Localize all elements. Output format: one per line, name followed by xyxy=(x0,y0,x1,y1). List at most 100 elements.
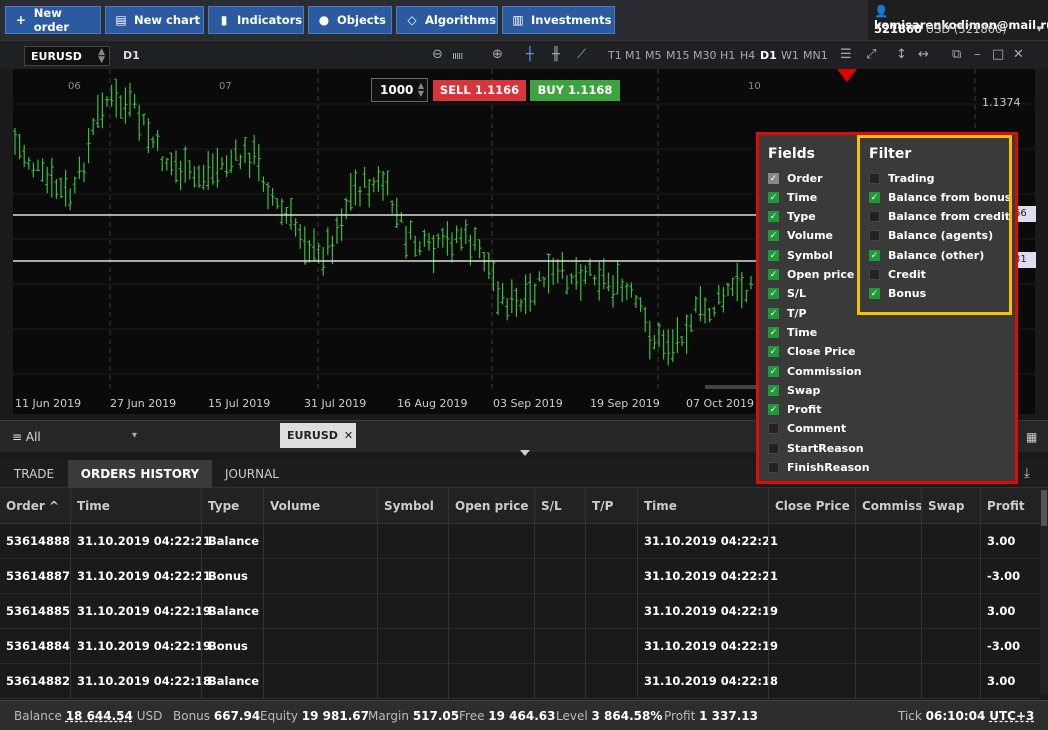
timeframe-mn1[interactable]: MN1 xyxy=(803,49,828,62)
checkbox[interactable]: ✓ xyxy=(768,249,779,261)
horizontal-scale-icon[interactable]: ↔ xyxy=(918,47,929,62)
checkbox[interactable]: ✓ xyxy=(768,384,779,396)
table-row[interactable]: 53614882 31.10.2019 04:22:18 Balance 31.10.… xyxy=(0,664,1040,699)
checkbox[interactable]: ✓ xyxy=(768,191,779,203)
bar-chart-icon[interactable]: ┼ xyxy=(526,47,534,62)
zoom-slider[interactable]: ııııı xyxy=(452,49,463,62)
detach-icon[interactable]: ⧉ xyxy=(952,47,961,62)
checkbox[interactable]: ✓ xyxy=(768,288,779,300)
timeframe-w1[interactable]: W1 xyxy=(781,49,799,62)
lot-size-input[interactable]: 1000 ▲ ▼ xyxy=(371,78,428,102)
buy-button[interactable]: BUY 1.1168 xyxy=(530,80,620,101)
column-header-commission[interactable]: Commissi xyxy=(855,488,921,524)
field-item[interactable]: ✓ Volume xyxy=(768,228,833,244)
column-header-type[interactable]: Type xyxy=(201,488,263,524)
field-item[interactable]: ✓ Open price xyxy=(768,267,854,283)
column-header-volume[interactable]: Volume xyxy=(263,488,377,524)
spinner-arrows-icon[interactable]: ▲ ▼ xyxy=(418,82,424,98)
maximize-icon[interactable]: □ xyxy=(992,47,1004,62)
checkbox[interactable] xyxy=(768,442,779,454)
column-header-time[interactable]: Time xyxy=(70,488,201,524)
current-time-marker[interactable] xyxy=(837,69,857,82)
column-header-swap[interactable]: Swap xyxy=(921,488,980,524)
field-item[interactable]: ✓ Close Price xyxy=(768,344,855,360)
timezone-selector[interactable]: UTC+3 xyxy=(989,709,1034,723)
symbol-tab[interactable]: EURUSD ✕ xyxy=(280,423,356,448)
checkbox[interactable]: ✓ xyxy=(768,307,779,319)
indicators-button[interactable]: ▮ Indicators xyxy=(208,6,304,34)
timeframe-h1[interactable]: H1 xyxy=(720,49,735,62)
column-header-tp[interactable]: T/P xyxy=(585,488,637,524)
field-item[interactable]: ✓ Swap xyxy=(768,382,820,398)
column-header-symbol[interactable]: Symbol xyxy=(377,488,448,524)
zoom-out-icon[interactable]: ⊖ xyxy=(432,47,443,62)
layout-icon[interactable]: ▦ xyxy=(1026,430,1040,444)
table-row[interactable]: 53614887 31.10.2019 04:22:21 Bonus 31.10.20… xyxy=(0,559,1040,594)
table-scrollbar[interactable] xyxy=(1040,488,1048,695)
chevron-down-icon[interactable]: ▾ xyxy=(1036,22,1042,35)
field-item[interactable]: StartReason xyxy=(768,440,864,456)
checkbox[interactable]: ✓ xyxy=(768,365,779,377)
field-item[interactable]: Comment xyxy=(768,421,846,437)
minimize-icon[interactable]: – xyxy=(974,47,981,62)
zoom-in-icon[interactable]: ⊕ xyxy=(492,47,503,62)
column-header-open-price[interactable]: Open price xyxy=(448,488,534,524)
field-item[interactable]: ✓ S/L xyxy=(768,286,806,302)
column-header-order[interactable]: Order ^ xyxy=(0,488,70,524)
timeframe-d1[interactable]: D1 xyxy=(760,49,777,62)
field-item[interactable]: FinishReason xyxy=(768,460,870,476)
candle-chart-icon[interactable]: ╫ xyxy=(552,47,560,62)
checkbox[interactable]: ✓ xyxy=(768,404,779,416)
symbol-filter-dropdown[interactable]: ≡ All ▾ xyxy=(12,430,137,444)
algorithms-button[interactable]: ◇ Algorithms xyxy=(396,6,498,34)
table-row[interactable]: 53614885 31.10.2019 04:22:19 Balance 31.10.… xyxy=(0,594,1040,629)
checkbox[interactable] xyxy=(768,462,779,473)
timeframe-m1[interactable]: M1 xyxy=(625,49,642,62)
new-chart-button[interactable]: ▤ New chart xyxy=(105,6,204,34)
symbol-selector[interactable]: EURUSD ▲ ▼ xyxy=(24,46,110,66)
scrollbar-thumb[interactable] xyxy=(1041,490,1047,526)
field-item[interactable]: ✓ Commission xyxy=(768,363,862,379)
tab-orders-history[interactable]: ORDERS HISTORY xyxy=(68,460,212,488)
download-icon[interactable]: ⤓ xyxy=(1024,466,1030,481)
field-item[interactable]: ✓ Time xyxy=(768,189,817,205)
collapse-arrow-icon[interactable] xyxy=(520,450,530,456)
scale-icon[interactable]: ⤢ xyxy=(866,47,876,62)
close-icon[interactable]: ✕ xyxy=(344,429,353,442)
tab-journal[interactable]: JOURNAL xyxy=(212,460,292,488)
line-chart-icon[interactable]: ⟋ xyxy=(577,47,586,62)
tab-trade[interactable]: TRADE xyxy=(0,460,68,488)
checkbox[interactable] xyxy=(768,423,779,435)
checkbox[interactable]: ✓ xyxy=(768,326,779,338)
checkbox[interactable]: ✓ xyxy=(768,211,779,223)
field-item[interactable]: ✓ Symbol xyxy=(768,247,833,263)
objects-button[interactable]: ● Objects xyxy=(308,6,392,34)
checkbox[interactable]: ✓ xyxy=(768,172,779,184)
new-order-button[interactable]: + New order xyxy=(5,6,101,34)
column-header-close-price[interactable]: Close Price xyxy=(768,488,855,524)
timeframe-m30[interactable]: M30 xyxy=(693,49,717,62)
field-item[interactable]: ✓ Order xyxy=(768,170,823,186)
investments-button[interactable]: ▥ Investments xyxy=(502,6,615,34)
column-header-profit[interactable]: Profit xyxy=(980,488,1040,524)
checkbox[interactable]: ✓ xyxy=(768,346,779,358)
timeframe-t1[interactable]: T1 xyxy=(608,49,622,62)
table-row[interactable]: 53614888 31.10.2019 04:22:21 Balance 31.10.… xyxy=(0,524,1040,559)
table-row[interactable]: 53614884 31.10.2019 04:22:19 Bonus 31.10.20… xyxy=(0,629,1040,664)
checkbox[interactable]: ✓ xyxy=(768,230,779,242)
balance-value[interactable]: 18 644.54 xyxy=(66,709,133,723)
column-header-close-time[interactable]: Time xyxy=(637,488,768,524)
close-icon[interactable]: ✕ xyxy=(1013,47,1024,62)
fields-icon[interactable]: ☰ xyxy=(840,47,852,62)
field-item[interactable]: ✓ T/P xyxy=(768,305,807,321)
account-menu[interactable]: 👤 komisarenkodimon@mail.ru 521860 USD (5… xyxy=(868,0,1048,40)
timeframe-h4[interactable]: H4 xyxy=(740,49,755,62)
checkbox[interactable]: ✓ xyxy=(768,269,779,280)
field-item[interactable]: ✓ Profit xyxy=(768,402,821,418)
vertical-scale-icon[interactable]: ↕ xyxy=(896,47,907,62)
field-item[interactable]: ✓ Type xyxy=(768,209,816,225)
field-item[interactable]: ✓ Time xyxy=(768,324,817,340)
timeframe-m15[interactable]: M15 xyxy=(666,49,690,62)
sell-button[interactable]: SELL 1.1166 xyxy=(433,80,526,101)
column-header-sl[interactable]: S/L xyxy=(534,488,585,524)
